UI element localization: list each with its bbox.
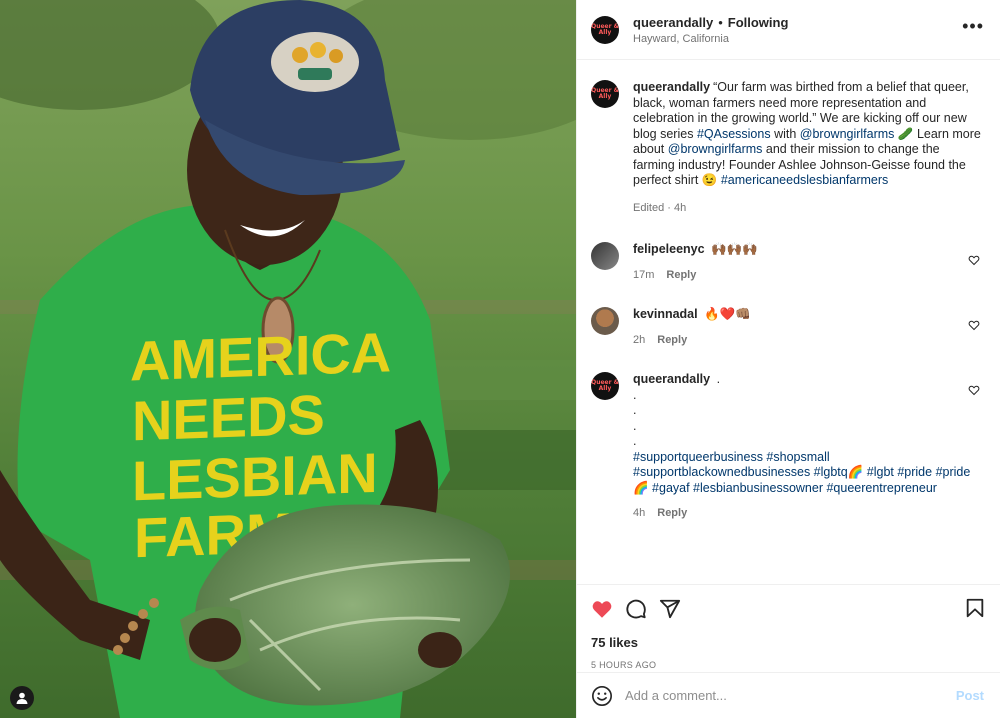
shirt-text-line-1: AMERICA [130,320,391,392]
avatar-logo-text: Queer & Ally [591,22,619,36]
reply-button[interactable]: Reply [666,269,696,281]
comment-time: 17m [633,268,655,281]
hashtag-americaneedslesbianfarmers[interactable]: #americaneedslesbianfarmers [721,173,888,187]
emoji-smiley-icon[interactable] [591,685,613,707]
share-send-icon[interactable] [659,598,681,620]
comment-time: 4h [633,507,646,519]
post-photo[interactable]: AMERICA NEEDS LESBIAN FARMERS [0,0,576,718]
commenter-username[interactable]: felipeleenyc [633,242,705,256]
action-bar: 75 likes 5 HOURS AGO Add a comment... Po… [577,584,1000,706]
hashtag-qasessions[interactable]: #QAsessions [697,127,771,141]
comment-text: 🔥❤️👊🏽 [704,307,751,321]
reply-button[interactable]: Reply [657,507,687,519]
commenter-username[interactable]: kevinnadal [633,307,698,321]
like-comment-heart-icon[interactable] [968,384,980,396]
post-comment-button[interactable]: Post [956,688,984,703]
comment-dot-line: . [633,403,637,417]
commenter-avatar[interactable] [591,307,619,335]
post-footer: 75 likes 5 HOURS AGO Add a comment... Po… [577,584,1000,706]
like-comment-heart-icon[interactable] [968,254,980,266]
farmer-photo: AMERICA NEEDS LESBIAN FARMERS [0,0,576,718]
comment-hashtags-line-2[interactable]: #supportblackownedbusinesses #lgbtq🌈 #lg… [633,465,984,481]
like-heart-icon[interactable] [591,598,613,620]
comment-hashtags-line-3[interactable]: 🌈 #gayaf #lesbianbusinessowner #queerent… [633,481,984,497]
author-username[interactable]: queerandally [633,15,713,30]
like-comment-heart-icon[interactable] [968,319,980,331]
comment-time: 2h [633,333,646,346]
like-count[interactable]: 75 likes [591,635,984,650]
person-icon [16,692,28,704]
post-location[interactable]: Hayward, California [633,33,788,45]
caption: Queer & Ally queerandally “Our farm was b… [591,80,984,216]
caption-meta: Edited · 4h [633,201,687,214]
commenter-avatar[interactable] [591,242,619,270]
comment-bubble-icon[interactable] [625,598,647,620]
comment-dot-line: . [633,434,637,448]
comment-item: felipeleenyc 🙌🏾🙌🏾🙌🏾 17m Reply [591,242,984,283]
more-options-icon[interactable]: ••• [962,17,984,35]
post-side-panel: Queer & Ally queerandally • Following Hayw… [576,0,1000,718]
post-header: Queer & Ally queerandally • Following Hayw… [577,0,1000,60]
comment-input[interactable]: Add a comment... [625,688,956,703]
comments-list[interactable]: Queer & Ally queerandally “Our farm was b… [577,60,1000,584]
save-bookmark-icon[interactable] [964,597,986,619]
caption-text-2: with [770,126,800,141]
separator-dot: • [718,14,723,30]
reply-button[interactable]: Reply [657,334,687,346]
commenter-username[interactable]: queerandally [633,372,710,386]
comment-hashtags-line-1[interactable]: #supportqueerbusiness #shopsmall [633,450,984,466]
add-comment-bar: Add a comment... Post [577,672,1000,718]
post-timestamp[interactable]: 5 HOURS AGO [591,660,984,670]
instagram-post: AMERICA NEEDS LESBIAN FARMERS [0,0,1000,718]
commenter-avatar[interactable]: Queer & Ally [591,372,619,400]
mention-browngirlfarms-1[interactable]: @browngirlfarms [800,127,895,141]
caption-username[interactable]: queerandally [633,80,710,94]
user-tag-button[interactable] [10,686,34,710]
mention-browngirlfarms-2[interactable]: @browngirlfarms [668,142,763,156]
comment-text: 🙌🏾🙌🏾🙌🏾 [711,242,758,256]
comment-item: kevinnadal 🔥❤️👊🏽 2h Reply [591,307,984,348]
caption-avatar[interactable]: Queer & Ally [591,80,619,108]
comment-item: Queer & Ally queerandally . . . . . #sup… [591,372,984,522]
comment-dot-line: . [633,387,637,402]
comment-text: . [713,372,721,386]
following-button[interactable]: Following [728,15,789,30]
author-avatar[interactable]: Queer & Ally [591,15,619,44]
comment-dot-line: . [633,418,637,433]
shirt-text-line-2: NEEDS [132,383,325,453]
